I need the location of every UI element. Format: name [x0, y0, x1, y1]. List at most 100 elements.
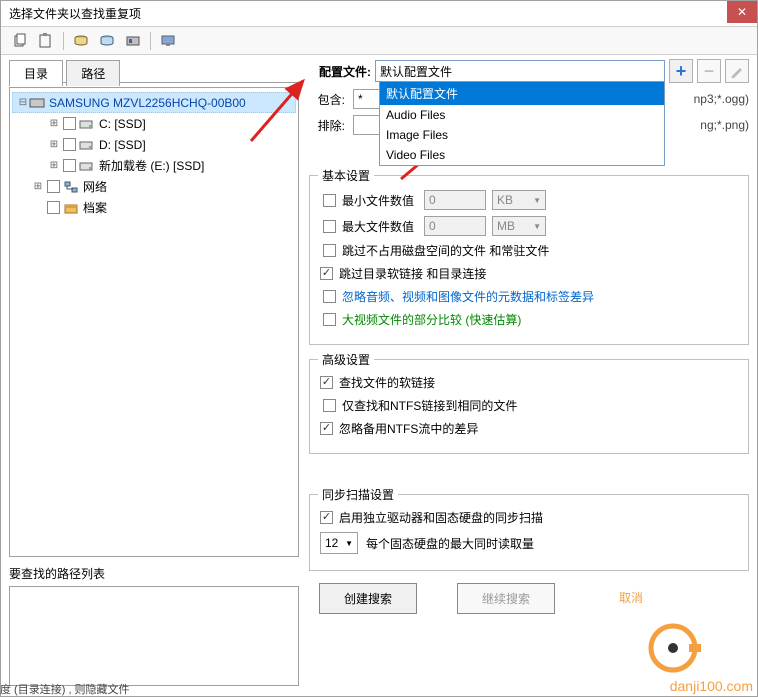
sync-count-select[interactable]: 12▼: [320, 532, 358, 554]
watermark-logo: [645, 620, 701, 676]
dropdown-item[interactable]: 默认配置文件: [380, 82, 664, 105]
disk2-icon[interactable]: [96, 30, 118, 52]
min-input[interactable]: [424, 190, 486, 210]
continue-search-button[interactable]: 继续搜索: [457, 583, 555, 614]
drive-icon: [79, 117, 95, 131]
exclude-input[interactable]: [353, 115, 381, 135]
config-dropdown[interactable]: 默认配置文件 Audio Files Image Files Video Fil…: [379, 81, 665, 166]
tree-drive-d[interactable]: ⊞ D: [SSD]: [12, 134, 296, 155]
checkbox-big-video[interactable]: [323, 313, 336, 326]
tree-label: SAMSUNG MZVL2256HCHQ-00B00: [49, 96, 246, 110]
close-button[interactable]: ✕: [727, 1, 757, 23]
max-unit[interactable]: MB▼: [492, 216, 546, 236]
skip-link-label: 跳过目录软链接 和目录连接: [339, 265, 486, 282]
max-input[interactable]: [424, 216, 486, 236]
button-row: 创建搜索 继续搜索 取消: [309, 583, 749, 614]
config-row: 配置文件: + − 默认配置文件 Audio Files Image Files…: [309, 59, 749, 83]
left-tabs: 目录 路径: [9, 59, 299, 83]
tree-label: D: [SSD]: [99, 138, 146, 152]
checkbox-skip-link[interactable]: ✓: [320, 267, 333, 280]
tab-directory[interactable]: 目录: [9, 60, 63, 86]
expand-icon[interactable]: ⊟: [17, 97, 29, 108]
tree-label: 网络: [83, 178, 107, 195]
toolbar: [1, 27, 757, 55]
include-trail: np3;*.ogg): [690, 92, 749, 106]
include-input[interactable]: [353, 89, 381, 109]
min-label: 最小文件数值: [342, 192, 414, 209]
disk1-icon[interactable]: [70, 30, 92, 52]
tree-drive-e[interactable]: ⊞ 新加载卷 (E:) [SSD]: [12, 155, 296, 176]
advanced-settings: 高级设置 ✓ 查找文件的软链接 仅查找和NTFS链接到相同的文件 ✓ 忽略备用N…: [309, 359, 749, 454]
paste-icon[interactable]: [35, 30, 57, 52]
ignore-meta-label[interactable]: 忽略音频、视频和图像文件的元数据和标签差异: [342, 288, 594, 305]
tree-label: 档案: [83, 199, 107, 216]
ssd-icon[interactable]: [122, 30, 144, 52]
checkbox-find-soft[interactable]: ✓: [320, 376, 333, 389]
cancel-button[interactable]: 取消: [595, 583, 667, 614]
network-icon: [63, 180, 79, 194]
sync-enable-label: 启用独立驱动器和固态硬盘的同步扫描: [339, 509, 543, 526]
find-soft-label: 查找文件的软链接: [339, 374, 435, 391]
ntfs-same-label: 仅查找和NTFS链接到相同的文件: [342, 397, 517, 414]
expand-icon[interactable]: ⊞: [48, 118, 60, 129]
archive-icon: [63, 201, 79, 215]
clipped-text: 度 (目录连接) , 则隐藏文件: [0, 681, 130, 697]
sync-legend: 同步扫描设置: [318, 486, 398, 503]
create-search-button[interactable]: 创建搜索: [319, 583, 417, 614]
dropdown-item[interactable]: Image Files: [380, 125, 664, 145]
include-label: 包含:: [309, 91, 353, 108]
sync-count-label: 每个固态硬盘的最大同时读取量: [366, 535, 534, 552]
config-label: 配置文件:: [309, 63, 375, 80]
dropdown-item[interactable]: Audio Files: [380, 105, 664, 125]
checkbox-sync-enable[interactable]: ✓: [320, 511, 333, 524]
checkbox-min[interactable]: [323, 194, 336, 207]
checkbox[interactable]: [63, 159, 76, 172]
adv-legend: 高级设置: [318, 351, 374, 368]
checkbox[interactable]: [47, 201, 60, 214]
ssd-icon: [29, 96, 45, 110]
expand-icon[interactable]: ⊞: [48, 160, 60, 171]
tree-root[interactable]: ⊟ SAMSUNG MZVL2256HCHQ-00B00: [12, 92, 296, 113]
config-select[interactable]: [375, 60, 665, 82]
drive-icon: [79, 138, 95, 152]
max-label: 最大文件数值: [342, 218, 414, 235]
tree-archive[interactable]: ⊞ 档案: [12, 197, 296, 218]
copy-icon[interactable]: [9, 30, 31, 52]
window-title: 选择文件夹以查找重复项: [9, 5, 141, 22]
tree-label: 新加载卷 (E:) [SSD]: [99, 157, 204, 174]
title-bar: 选择文件夹以查找重复项 ✕: [1, 1, 757, 27]
checkbox[interactable]: [63, 117, 76, 130]
checkbox[interactable]: [63, 138, 76, 151]
drive-icon: [79, 159, 95, 173]
expand-icon[interactable]: ⊞: [32, 181, 44, 192]
tree-network[interactable]: ⊞ 网络: [12, 176, 296, 197]
basic-settings: 基本设置 最小文件数值 KB▼ 最大文件数值 MB▼ 跳过不占用磁盘空间的文件 …: [309, 175, 749, 345]
min-unit[interactable]: KB▼: [492, 190, 546, 210]
watermark-text: danji100.com: [670, 678, 753, 694]
monitor-icon[interactable]: [157, 30, 179, 52]
dropdown-item[interactable]: Video Files: [380, 145, 664, 165]
add-config-button[interactable]: +: [669, 59, 693, 83]
exclude-label: 排除:: [309, 117, 353, 134]
checkbox-skip-zero[interactable]: [323, 244, 336, 257]
checkbox-ntfs-backup[interactable]: ✓: [320, 422, 333, 435]
checkbox-max[interactable]: [323, 220, 336, 233]
checkbox[interactable]: [47, 180, 60, 193]
path-list[interactable]: [9, 586, 299, 686]
edit-config-button[interactable]: [725, 59, 749, 83]
expand-icon[interactable]: ⊞: [48, 139, 60, 150]
checkbox-ntfs-same[interactable]: [323, 399, 336, 412]
basic-legend: 基本设置: [318, 167, 374, 184]
tree-drive-c[interactable]: ⊞ C: [SSD]: [12, 113, 296, 134]
ntfs-backup-label: 忽略备用NTFS流中的差异: [339, 420, 478, 437]
tab-path[interactable]: 路径: [66, 60, 120, 86]
folder-tree[interactable]: ⊟ SAMSUNG MZVL2256HCHQ-00B00 ⊞ C: [SSD] …: [9, 87, 299, 557]
exclude-trail: ng;*.png): [696, 118, 749, 132]
big-video-label[interactable]: 大视频文件的部分比较 (快速估算): [342, 311, 521, 328]
remove-config-button[interactable]: −: [697, 59, 721, 83]
tree-label: C: [SSD]: [99, 117, 146, 131]
checkbox-ignore-meta[interactable]: [323, 290, 336, 303]
skip-zero-label: 跳过不占用磁盘空间的文件 和常驻文件: [342, 242, 549, 259]
sync-settings: 同步扫描设置 ✓ 启用独立驱动器和固态硬盘的同步扫描 12▼ 每个固态硬盘的最大…: [309, 494, 749, 571]
path-list-label: 要查找的路径列表: [9, 565, 299, 582]
